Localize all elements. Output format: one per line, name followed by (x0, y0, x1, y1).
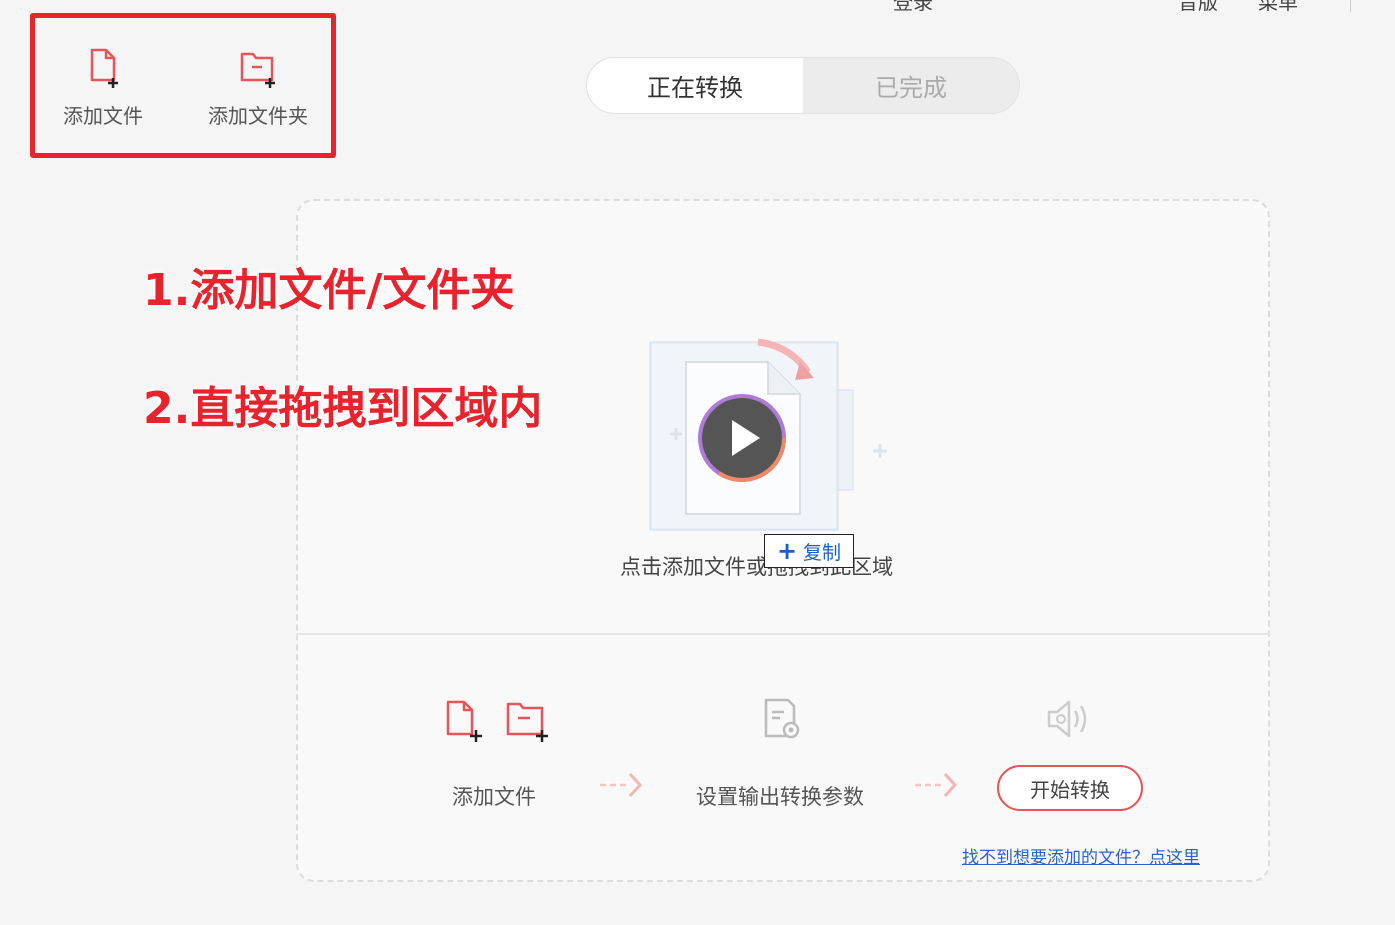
speaker-icon (1047, 700, 1087, 738)
step-set-params-label: 设置输出转换参数 (696, 785, 864, 809)
toolbar-highlight-box (30, 13, 336, 158)
tab-converting[interactable]: 正在转换 (587, 58, 803, 113)
step-arrow-icon (600, 772, 643, 798)
step-add-file-label: 添加文件 (452, 785, 536, 809)
annotation-step-1: 1.添加文件/文件夹 (143, 265, 515, 316)
status-tabs: 正在转换 已完成 (586, 57, 1020, 114)
tab-completed[interactable]: 已完成 (803, 58, 1019, 113)
start-convert-button[interactable]: 开始转换 (997, 765, 1143, 811)
copy-drag-badge: + 复制 (764, 534, 854, 568)
more-link[interactable]: 音版 (1178, 0, 1218, 15)
help-link[interactable]: 找不到想要添加的文件？点这里 (962, 843, 1200, 868)
drop-zone-divider (296, 633, 1270, 635)
step-arrow-icon (915, 772, 958, 798)
plus-icon: + (776, 537, 798, 565)
topbar-divider (1350, 0, 1351, 12)
step-add-folder-icon (506, 702, 548, 742)
login-link[interactable]: 登录 (893, 0, 933, 15)
annotation-step-2: 2.直接拖拽到区域内 (143, 383, 543, 434)
step-add-file-icon (446, 700, 482, 742)
settings-document-icon (764, 698, 800, 739)
copy-badge-label: 复制 (803, 541, 842, 564)
menu-link[interactable]: 菜单 (1258, 0, 1298, 15)
drag-drop-illustration-icon (649, 338, 887, 531)
